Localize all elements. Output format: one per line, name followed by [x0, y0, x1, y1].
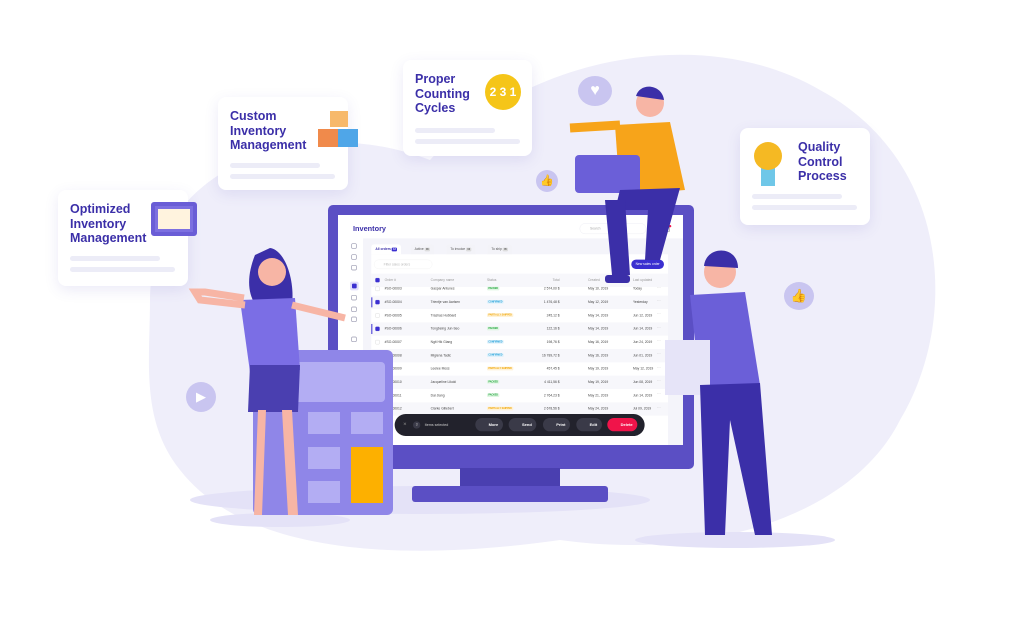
woman-figure	[188, 248, 346, 515]
sitting-man-figure	[569, 86, 685, 283]
people-illustration	[188, 86, 772, 535]
standing-man-figure	[665, 250, 772, 535]
